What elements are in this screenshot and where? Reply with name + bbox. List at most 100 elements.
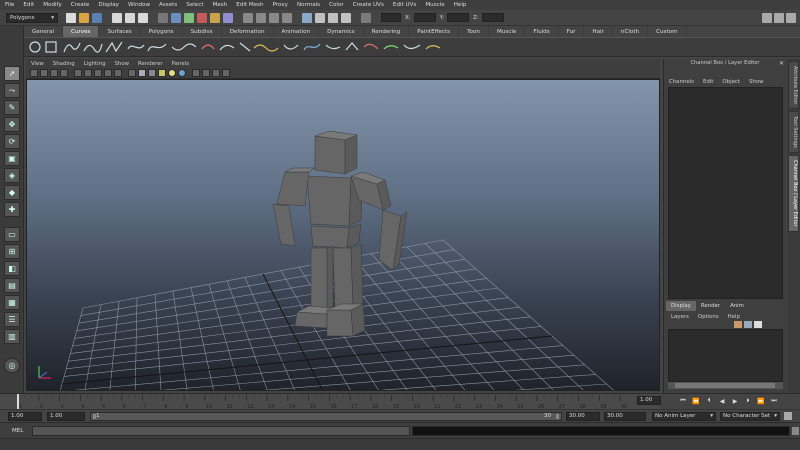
wireframe-on-shaded-icon[interactable] [148, 69, 156, 77]
snap-plane-icon[interactable] [282, 12, 292, 23]
smooth-shade-icon[interactable] [138, 69, 146, 77]
film-gate-icon[interactable] [84, 69, 92, 77]
layout-outliner-icon[interactable]: ☰ [4, 312, 20, 327]
viewport-menu-renderer[interactable]: Renderer [138, 61, 163, 67]
resolution-gate-icon[interactable] [94, 69, 102, 77]
shelf-tab-animation[interactable]: Animation [274, 26, 320, 37]
viewport-menu-view[interactable]: View [31, 61, 44, 67]
layer-scroll-thumb[interactable] [675, 383, 775, 388]
playback-start-field[interactable]: 1.00 [47, 412, 85, 421]
menu-edit[interactable]: Edit [23, 2, 34, 8]
history-icon[interactable] [302, 12, 312, 23]
shelf-tab-muscle[interactable]: Muscle [489, 26, 526, 37]
menu-color[interactable]: Color [329, 2, 344, 8]
layer-scrollbar[interactable] [668, 382, 783, 389]
menu-create[interactable]: Create [71, 2, 90, 8]
menu-normals[interactable]: Normals [297, 2, 320, 8]
script-editor-icon[interactable] [792, 427, 799, 435]
snap-curve-icon[interactable] [256, 12, 266, 23]
move-tool-icon[interactable]: ✥ [4, 117, 20, 132]
anim-layer-dropdown[interactable]: No Anim Layer ▾ [652, 412, 716, 421]
menu-muscle[interactable]: Muscle [425, 2, 444, 8]
xray-joints-icon[interactable] [212, 69, 220, 77]
bookmark-icon[interactable] [50, 69, 58, 77]
go-to-end-icon[interactable]: ⏭ [769, 396, 779, 406]
character-set-dropdown[interactable]: No Character Set ▾ [720, 412, 780, 421]
menu-window[interactable]: Window [128, 2, 150, 8]
mask-uv-icon[interactable] [210, 12, 220, 23]
grid-toggle-icon[interactable] [74, 69, 82, 77]
camera-attributes-icon[interactable] [40, 69, 48, 77]
menu-proxy[interactable]: Proxy [273, 2, 288, 8]
close-icon[interactable]: ✕ [779, 59, 784, 68]
shelf-tab-toon[interactable]: Toon [459, 26, 489, 37]
mask-vertex-icon[interactable] [171, 12, 181, 23]
channel-menu-edit[interactable]: Edit [703, 79, 713, 85]
shelf-tab-deformation[interactable]: Deformation [222, 26, 274, 37]
camera-select-icon[interactable] [30, 69, 38, 77]
high-quality-icon[interactable] [222, 69, 230, 77]
open-scene-icon[interactable] [79, 12, 89, 23]
menu-mesh[interactable]: Mesh [213, 2, 228, 8]
layer-delete-icon[interactable] [754, 321, 762, 328]
tool-settings-toggle-icon[interactable] [774, 12, 784, 23]
viewport-menu-show[interactable]: Show [115, 61, 130, 67]
save-scene-icon[interactable] [92, 12, 102, 23]
paint-select-tool-icon[interactable]: ✎ [4, 100, 20, 115]
command-input[interactable] [32, 426, 410, 436]
select-tool-icon[interactable]: ➚ [4, 66, 20, 81]
snap-grid-icon[interactable] [243, 12, 253, 23]
show-manipulator-icon[interactable]: ✚ [4, 202, 20, 217]
viewport-menu-panels[interactable]: Panels [172, 61, 189, 67]
layout-hypershade-icon[interactable]: ▦ [4, 295, 20, 310]
play-backward-icon[interactable]: ◀ [717, 396, 727, 406]
gate-mask-icon[interactable] [104, 69, 112, 77]
y-field[interactable] [447, 13, 470, 22]
render-settings-icon[interactable] [341, 12, 351, 23]
z-field[interactable] [481, 13, 504, 22]
new-layer-icon[interactable] [734, 321, 742, 328]
shelf-tab-general[interactable]: General [24, 26, 64, 37]
lights-icon[interactable] [168, 69, 176, 77]
range-handle-left[interactable] [93, 414, 96, 419]
channel-box-toggle-icon[interactable] [786, 12, 796, 23]
x-field[interactable] [413, 13, 436, 22]
animation-end-field[interactable]: 30.00 [604, 412, 646, 421]
go-to-start-icon[interactable]: ⏮ [678, 396, 688, 406]
shelf-tab-polygons[interactable]: Polygons [141, 26, 183, 37]
viewport-menu-lighting[interactable]: Lighting [84, 61, 106, 67]
play-forward-icon[interactable]: ▶ [730, 396, 740, 406]
menu-select[interactable]: Select [186, 2, 203, 8]
layer-menu-options[interactable]: Options [698, 314, 719, 320]
layer-menu-help[interactable]: Help [728, 314, 740, 320]
shelf-tab-subdivs[interactable]: Subdivs [183, 26, 222, 37]
shelf-tab-dynamics[interactable]: Dynamics [319, 26, 364, 37]
image-plane-icon[interactable] [60, 69, 68, 77]
layer-tab-render[interactable]: Render [696, 301, 725, 311]
textured-icon[interactable] [158, 69, 166, 77]
xray-icon[interactable] [202, 69, 210, 77]
range-slider[interactable]: 1 30 [90, 412, 562, 421]
step-forward-key-icon[interactable]: ⏩ [756, 396, 766, 406]
mask-edge-icon[interactable] [184, 12, 194, 23]
shelf-tab-hair[interactable]: Hair [584, 26, 613, 37]
current-time-marker[interactable] [17, 394, 19, 410]
layout-persp-outliner-icon[interactable]: ◧ [4, 261, 20, 276]
range-handle-right[interactable] [556, 414, 559, 419]
scale-tool-icon[interactable]: ▣ [4, 151, 20, 166]
select-component-icon[interactable] [138, 12, 148, 23]
layout-custom-icon[interactable]: ▥ [4, 329, 20, 344]
mask-face-icon[interactable] [197, 12, 207, 23]
channel-menu-show[interactable]: Show [749, 79, 764, 85]
shelf-tab-painteffects[interactable]: PaintEffects [409, 26, 460, 37]
command-language-label[interactable]: MEL [12, 428, 23, 434]
snap-point-icon[interactable] [269, 12, 279, 23]
rotate-tool-icon[interactable]: ⟳ [4, 134, 20, 149]
layout-single-pane-icon[interactable]: ▭ [4, 227, 20, 242]
isolate-select-icon[interactable] [192, 69, 200, 77]
shadows-icon[interactable] [178, 69, 186, 77]
layer-tab-anim[interactable]: Anim [725, 301, 749, 311]
shelf-tab-fur[interactable]: Fur [559, 26, 585, 37]
soft-modification-icon[interactable]: ◆ [4, 185, 20, 200]
pick-mask-icon[interactable] [158, 12, 168, 23]
